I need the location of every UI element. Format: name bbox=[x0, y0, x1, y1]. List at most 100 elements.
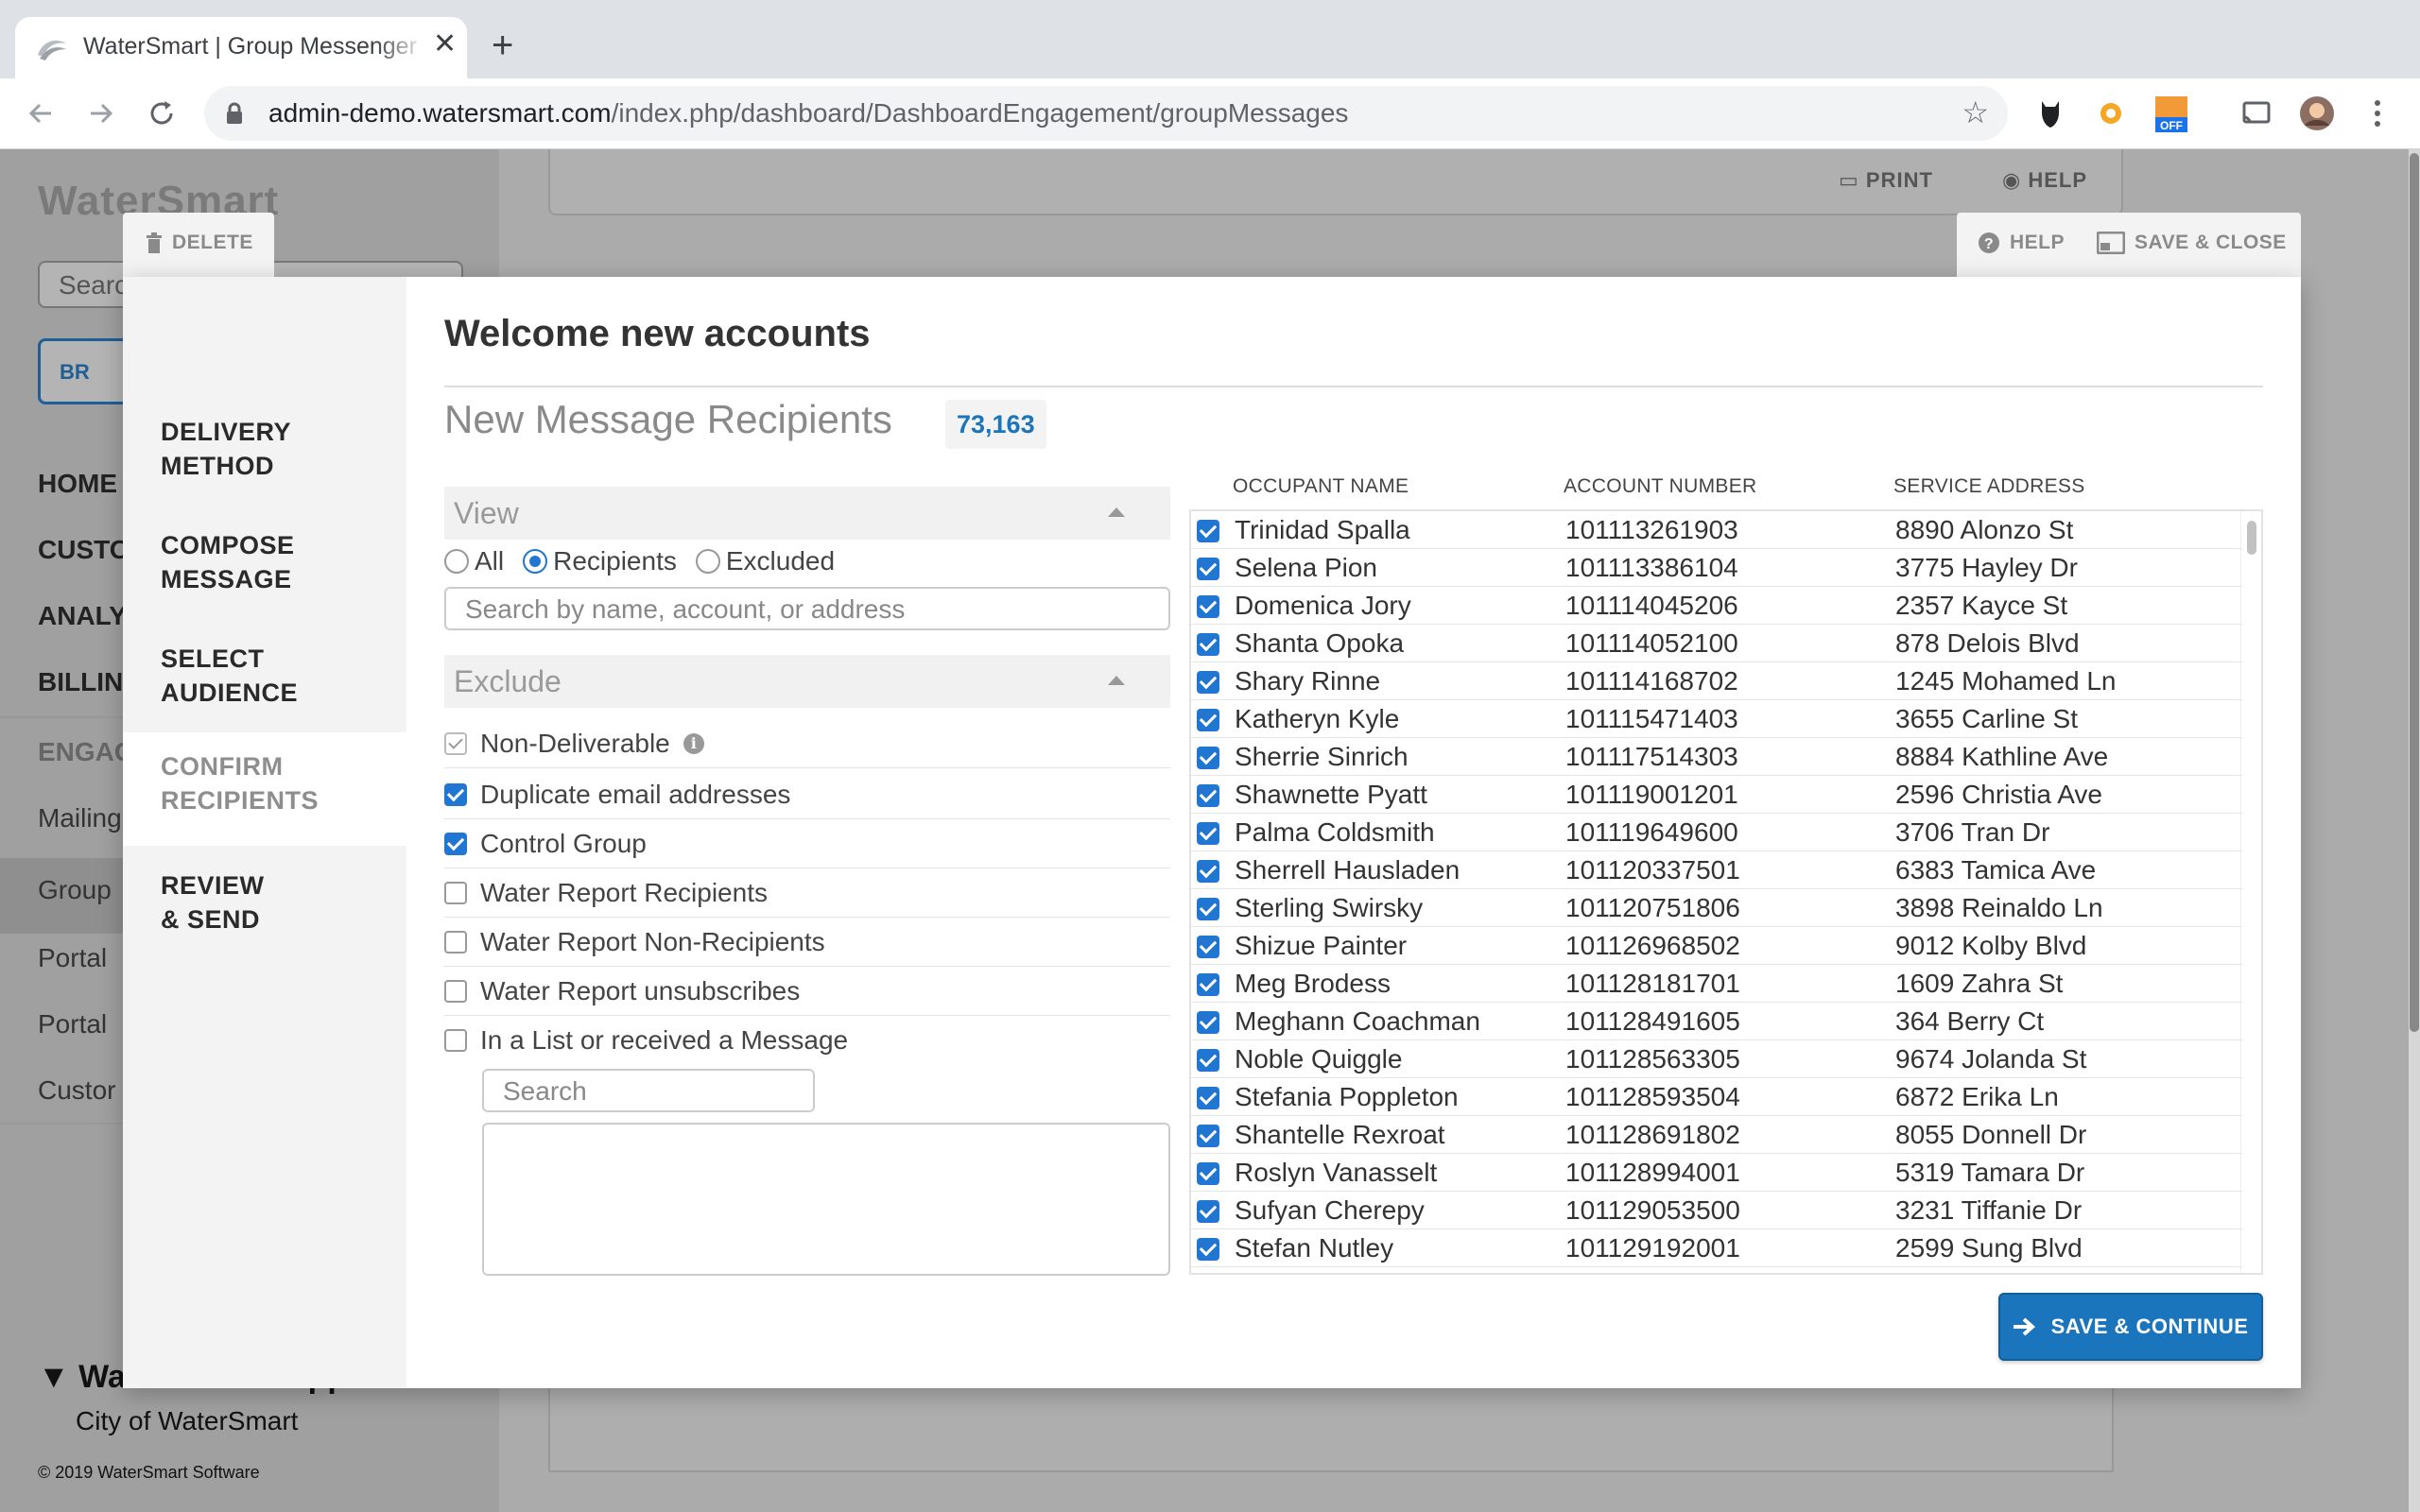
table-row[interactable]: Shizue Painter 101126968502 9012 Kolby Blv… bbox=[1191, 927, 2242, 965]
table-row[interactable]: Selena Pion 101113386104 3775 Hayley Dr bbox=[1191, 549, 2242, 587]
step-compose-message[interactable]: COMPOSE MESSAGE bbox=[123, 523, 406, 602]
radio-recipients[interactable]: Recipients bbox=[523, 546, 677, 576]
nav-mailing[interactable]: Mailing bbox=[38, 803, 122, 833]
table-row[interactable]: Stefan Nutley 101129192001 2599 Sung Blvd bbox=[1191, 1229, 2242, 1267]
radio-circle[interactable] bbox=[695, 549, 720, 574]
table-row[interactable]: Roslyn Vanasselt 101128994001 5319 Tamara … bbox=[1191, 1154, 2242, 1192]
table-row[interactable]: Domenica Jory 101114045206 2357 Kayce St bbox=[1191, 587, 2242, 625]
help-button[interactable]: ◉ HELP bbox=[2002, 168, 2087, 193]
checkbox-unchecked[interactable] bbox=[444, 979, 467, 1003]
list-selection-box[interactable] bbox=[482, 1123, 1170, 1276]
radio-circle[interactable] bbox=[444, 549, 469, 574]
gear-extension-icon[interactable] bbox=[2091, 94, 2131, 133]
recipient-search-input[interactable]: Search by name, account, or address bbox=[444, 587, 1170, 630]
save-close-button[interactable]: SAVE & CLOSE bbox=[2097, 232, 2287, 254]
table-row[interactable]: Meg Brodess 101128181701 1609 Zahra St bbox=[1191, 965, 2242, 1003]
row-checkbox[interactable] bbox=[1197, 1125, 1219, 1147]
column-header-occupant[interactable]: OCCUPANT NAME bbox=[1233, 475, 1409, 498]
delete-button[interactable]: DELETE bbox=[146, 232, 253, 254]
nav-home[interactable]: HOME bbox=[38, 469, 117, 499]
off-extension-icon[interactable]: OFF bbox=[2152, 94, 2191, 133]
cast-icon[interactable] bbox=[2237, 94, 2276, 133]
info-icon[interactable]: i bbox=[683, 732, 704, 754]
view-panel-header[interactable]: View bbox=[444, 487, 1170, 540]
column-header-account[interactable]: ACCOUNT NUMBER bbox=[1564, 475, 1757, 498]
row-checkbox[interactable] bbox=[1197, 898, 1219, 920]
column-header-address[interactable]: SERVICE ADDRESS bbox=[1893, 475, 2085, 498]
table-row[interactable]: Noble Quiggle 101128563305 9674 Jolanda St bbox=[1191, 1040, 2242, 1078]
exclude-water-report-recipients[interactable]: Water Report Recipients bbox=[444, 868, 1170, 918]
row-checkbox[interactable] bbox=[1197, 1200, 1219, 1223]
page-scroll-thumb[interactable] bbox=[2410, 153, 2419, 1032]
row-checkbox[interactable] bbox=[1197, 709, 1219, 731]
nav-customers[interactable]: CUSTO bbox=[38, 535, 130, 565]
table-row[interactable]: Sterling Swirsky 101120751806 3898 Reinald… bbox=[1191, 889, 2242, 927]
table-row[interactable]: Sherrell Hausladen 101120337501 6383 Tamic… bbox=[1191, 851, 2242, 889]
table-scroll-thumb[interactable] bbox=[2247, 521, 2256, 555]
table-row[interactable]: Meghann Coachman 101128491605 364 Berry Ct bbox=[1191, 1003, 2242, 1040]
row-checkbox[interactable] bbox=[1197, 1238, 1219, 1261]
modal-help-button[interactable]: ? HELP bbox=[1978, 232, 2065, 254]
nav-group[interactable]: Group bbox=[38, 875, 112, 905]
table-body[interactable]: Trinidad Spalla 101113261903 8890 Alonzo S… bbox=[1189, 509, 2263, 1275]
step-confirm-recipients[interactable]: CONFIRM RECIPIENTS bbox=[123, 732, 406, 846]
bookmark-star-icon[interactable]: ☆ bbox=[1962, 97, 1989, 128]
nav-customer[interactable]: Custor bbox=[38, 1075, 115, 1106]
row-checkbox[interactable] bbox=[1197, 1049, 1219, 1072]
step-review-send[interactable]: REVIEW & SEND bbox=[123, 863, 406, 942]
row-checkbox[interactable] bbox=[1197, 558, 1219, 580]
radio-excluded[interactable]: Excluded bbox=[695, 546, 835, 576]
checkbox-checked[interactable] bbox=[444, 782, 467, 806]
row-checkbox[interactable] bbox=[1197, 936, 1219, 958]
checkbox-unchecked[interactable] bbox=[444, 1029, 467, 1052]
exclude-panel-header[interactable]: Exclude bbox=[444, 655, 1170, 708]
checkbox-checked[interactable] bbox=[444, 832, 467, 855]
exclude-water-report-unsubscribes[interactable]: Water Report unsubscribes bbox=[444, 967, 1170, 1016]
reload-icon[interactable] bbox=[144, 95, 180, 131]
row-checkbox[interactable] bbox=[1197, 860, 1219, 883]
table-row[interactable]: Shary Rinne 101114168702 1245 Mohamed Ln bbox=[1191, 662, 2242, 700]
row-checkbox[interactable] bbox=[1197, 1011, 1219, 1034]
radio-all[interactable]: All bbox=[444, 546, 504, 576]
back-icon[interactable] bbox=[23, 95, 59, 131]
new-tab-icon[interactable]: + bbox=[492, 26, 513, 64]
address-bar[interactable]: admin-demo.watersmart.com/index.php/dash… bbox=[204, 86, 2008, 141]
chrome-menu-icon[interactable] bbox=[2358, 94, 2397, 133]
table-row[interactable]: Katheryn Kyle 101115471403 3655 Carline St bbox=[1191, 700, 2242, 738]
exclude-in-list-or-message[interactable]: In a List or received a Message bbox=[444, 1016, 1170, 1065]
exclude-non-deliverable[interactable]: Non-Deliverable i bbox=[444, 719, 1170, 768]
step-delivery-method[interactable]: DELIVERY METHOD bbox=[123, 409, 406, 489]
table-row[interactable]: Shanta Opoka 101114052100 878 Delois Blvd bbox=[1191, 625, 2242, 662]
nav-analytics[interactable]: ANALY bbox=[38, 601, 127, 631]
table-scrollbar[interactable] bbox=[2240, 511, 2261, 1273]
exclude-control-group[interactable]: Control Group bbox=[444, 819, 1170, 868]
radio-circle-selected[interactable] bbox=[523, 549, 548, 574]
checkbox-unchecked[interactable] bbox=[444, 930, 467, 954]
step-select-audience[interactable]: SELECT AUDIENCE bbox=[123, 636, 406, 715]
row-checkbox[interactable] bbox=[1197, 595, 1219, 618]
cat-extension-icon[interactable] bbox=[2031, 94, 2070, 133]
profile-avatar[interactable] bbox=[2297, 94, 2337, 133]
exclude-water-report-non-recipients[interactable]: Water Report Non-Recipients bbox=[444, 918, 1170, 967]
list-search-input[interactable]: Search bbox=[482, 1069, 815, 1112]
row-checkbox[interactable] bbox=[1197, 1162, 1219, 1185]
save-continue-button[interactable]: SAVE & CONTINUE bbox=[1998, 1293, 2263, 1361]
row-checkbox[interactable] bbox=[1197, 784, 1219, 807]
nav-engagement[interactable]: ENGAG bbox=[38, 737, 135, 767]
row-checkbox[interactable] bbox=[1197, 633, 1219, 656]
tab-close-icon[interactable]: ✕ bbox=[433, 30, 457, 59]
table-row[interactable]: Shawnette Pyatt 101119001201 2596 Christia… bbox=[1191, 776, 2242, 814]
nav-portal-1[interactable]: Portal bbox=[38, 943, 107, 973]
nav-billing[interactable]: BILLIN bbox=[38, 667, 123, 697]
nav-portal-2[interactable]: Portal bbox=[38, 1009, 107, 1040]
exclude-duplicate-emails[interactable]: Duplicate email addresses bbox=[444, 770, 1170, 819]
row-checkbox[interactable] bbox=[1197, 1087, 1219, 1109]
table-row[interactable]: Sherrie Sinrich 101117514303 8884 Kathline… bbox=[1191, 738, 2242, 776]
row-checkbox[interactable] bbox=[1197, 747, 1219, 769]
checkbox-unchecked[interactable] bbox=[444, 881, 467, 904]
table-row[interactable]: Trinidad Spalla 101113261903 8890 Alonzo S… bbox=[1191, 511, 2242, 549]
table-row[interactable]: Sufyan Cherepy 101129053500 3231 Tiffanie … bbox=[1191, 1192, 2242, 1229]
row-checkbox[interactable] bbox=[1197, 671, 1219, 694]
forward-icon[interactable] bbox=[83, 95, 119, 131]
row-checkbox[interactable] bbox=[1197, 520, 1219, 542]
